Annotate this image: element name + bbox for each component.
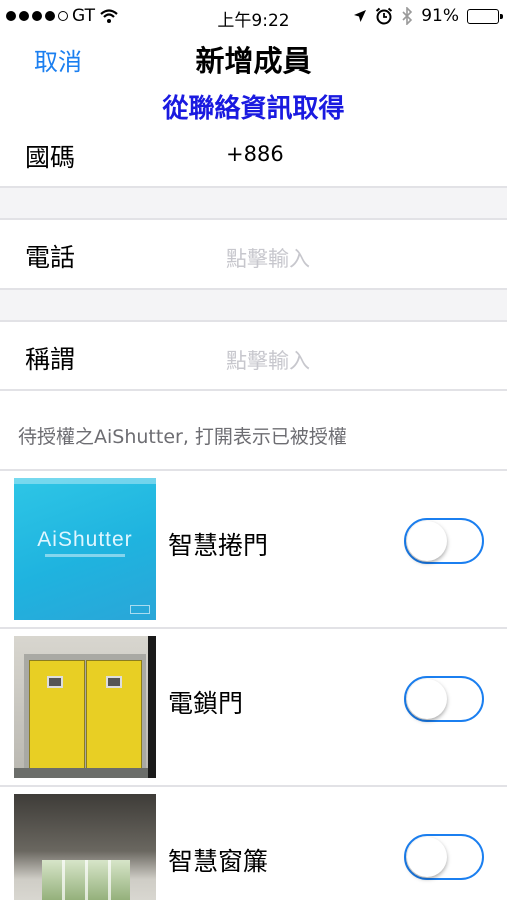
device-thumbnail — [14, 636, 156, 778]
alarm-icon — [376, 7, 393, 25]
authorize-toggle[interactable] — [404, 676, 484, 722]
status-right: 91% — [353, 6, 503, 26]
divider — [0, 320, 507, 322]
toggle-knob — [407, 837, 447, 877]
status-bar: GT 上午9:22 91% — [0, 0, 507, 36]
aishutter-logo-text: AiShutter — [37, 528, 133, 551]
device-thumbnail — [14, 794, 156, 900]
device-name: 電鎖門 — [168, 689, 244, 718]
bluetooth-icon — [402, 7, 413, 25]
country-code-label: 國碼 — [25, 143, 76, 172]
phone-label: 電話 — [25, 243, 76, 272]
divider — [0, 389, 507, 391]
device-row-smart-curtain: 智慧窗簾 — [0, 786, 507, 900]
battery-icon — [467, 8, 503, 24]
section-gap — [0, 188, 507, 218]
device-name: 智慧窗簾 — [168, 847, 269, 876]
divider — [0, 218, 507, 220]
battery-percent: 91% — [421, 6, 459, 26]
contact-import-link[interactable]: 從聯絡資訊取得 — [0, 88, 507, 125]
toggle-knob — [407, 521, 447, 561]
location-arrow-icon — [354, 10, 367, 22]
nickname-label: 稱謂 — [25, 345, 76, 374]
cancel-button[interactable]: 取消 — [34, 42, 82, 77]
device-name: 智慧捲門 — [168, 531, 269, 560]
authorize-toggle[interactable] — [404, 518, 484, 564]
toggle-knob — [407, 679, 447, 719]
section-gap — [0, 290, 507, 320]
device-thumbnail: AiShutter — [14, 478, 156, 620]
country-code-value[interactable]: +886 — [226, 142, 284, 166]
device-row-smart-shutter: AiShutter 智慧捲門 — [0, 470, 507, 628]
phone-input[interactable]: 點擊輸入 — [226, 243, 310, 273]
nickname-input[interactable]: 點擊輸入 — [226, 345, 310, 375]
authorization-note: 待授權之AiShutter, 打開表示已被授權 — [18, 426, 347, 448]
authorize-toggle[interactable] — [404, 834, 484, 880]
device-row-electric-door: 電鎖門 — [0, 628, 507, 786]
